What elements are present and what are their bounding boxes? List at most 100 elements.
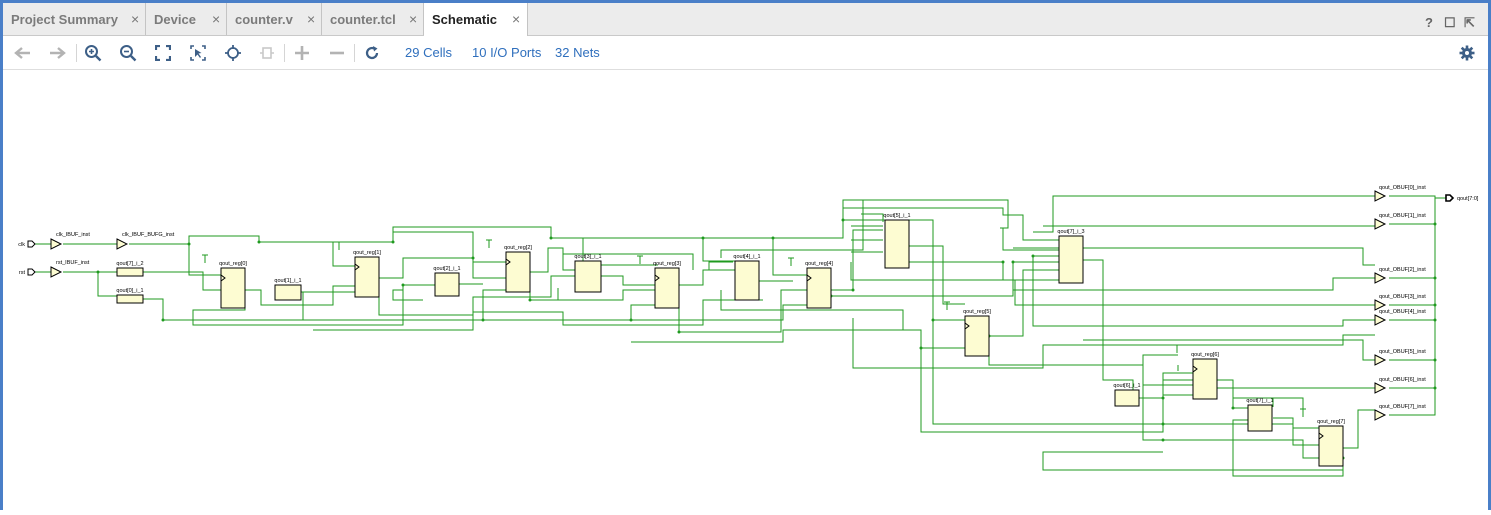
obuf-net[interactable] [1343,409,1375,449]
reg-qout3[interactable] [654,267,680,309]
obuf-net[interactable] [1083,339,1375,361]
rst-net[interactable] [631,329,965,349]
d6-net[interactable] [1083,259,1134,399]
fanout-net[interactable] [392,289,423,301]
close-icon[interactable]: × [307,11,315,27]
lut-qout7-i1[interactable] [1247,404,1273,432]
fanout-net[interactable] [843,207,1061,241]
close-icon[interactable]: × [212,11,220,27]
close-icon[interactable]: × [131,11,139,27]
reg-qout7[interactable] [1318,425,1344,467]
forward-icon[interactable] [45,42,69,64]
ports-count-link[interactable]: 10 I/O Ports [472,45,541,60]
clk-input-port[interactable] [27,240,36,248]
schematic-canvas[interactable]: clk rst clk_IBUF_inst clk_IBUF_BUFG_inst rst… [3,70,1488,510]
close-icon[interactable]: × [512,11,520,27]
tab-project-summary[interactable]: Project Summary × [3,3,146,35]
q2-net[interactable] [530,247,575,273]
d3-net[interactable] [601,275,658,286]
obuf-qout2[interactable] [1374,272,1387,284]
lut-qout3-i1[interactable] [574,260,602,293]
obuf-qout5-label: qout_OBUF[5]_inst [1379,349,1426,355]
float-icon[interactable]: ⇱ [1464,15,1475,31]
fanout-net[interactable] [720,200,864,258]
obuf-qout1[interactable] [1374,218,1387,230]
reg-qout0[interactable] [220,267,246,309]
lut-qout7-i3[interactable] [1058,235,1084,284]
tab-label: Device [154,12,196,27]
tab-counter-tcl[interactable]: counter.tcl × [322,3,424,35]
fit-icon[interactable] [151,42,175,64]
q4-net[interactable] [830,261,1061,297]
back-icon[interactable] [11,42,35,64]
tab-device[interactable]: Device × [146,3,227,35]
lut-qout0-i1[interactable] [116,294,144,304]
reg-qout2[interactable] [505,251,531,293]
obuf-qout0[interactable] [1374,190,1387,202]
settings-icon[interactable] [1455,42,1479,64]
restore-icon[interactable]: ☐ [1444,15,1456,31]
lut-qout4-i1[interactable] [734,260,760,301]
net-junction [401,283,405,287]
zoom-out-icon[interactable] [116,42,140,64]
collapse-icon[interactable] [325,42,349,64]
net-junction [841,218,845,222]
rst-ibuf[interactable] [50,266,63,278]
obuf-net[interactable] [850,262,1375,306]
close-icon[interactable]: × [409,11,417,27]
obuf-qout4[interactable] [1374,314,1387,326]
rst-net[interactable] [1163,439,1319,459]
expand-icon[interactable] [290,42,314,64]
rst-net[interactable] [63,271,117,297]
reg-qout6[interactable] [1192,358,1218,400]
reg-qout5[interactable] [964,315,990,357]
help-icon[interactable]: ? [1425,15,1433,30]
lut-qout7-i2[interactable] [116,267,144,277]
clk-ibuf[interactable] [50,238,63,250]
obuf-qout6[interactable] [1374,382,1387,394]
lut-qout1-i1[interactable] [274,284,302,301]
obuf-net[interactable] [1033,195,1375,233]
lut-qout6-i1[interactable] [1114,389,1140,407]
qout-output-port[interactable] [1445,194,1455,202]
fanout-net[interactable] [909,261,1061,281]
lut-qout2-i1[interactable] [434,272,460,297]
obuf-qout5[interactable] [1374,354,1387,366]
d7-net[interactable] [1273,417,1319,446]
nets-count-link[interactable]: 32 Nets [555,45,600,60]
q3-net[interactable] [679,269,735,286]
autofit-icon[interactable] [221,42,245,64]
fanout-net[interactable] [557,288,563,301]
tab-schematic[interactable]: Schematic × [424,3,528,36]
clk-bufg-net[interactable] [188,235,355,267]
clk-bufg-net[interactable] [392,227,507,263]
tab-counter-v[interactable]: counter.v × [227,3,322,35]
zoom-in-icon[interactable] [81,42,105,64]
reg-qout4[interactable] [806,267,832,309]
net-junction [629,318,633,322]
schematic-diagram: clk rst clk_IBUF_inst clk_IBUF_BUFG_instrst… [18,185,1479,477]
cells-count-link[interactable]: 29 Cells [405,45,452,60]
clk-bufg[interactable] [116,238,129,250]
q1-net[interactable] [378,275,575,316]
d5-net[interactable] [909,245,965,305]
rst-net[interactable] [143,291,355,321]
fanout-net[interactable] [708,261,733,270]
q5-net[interactable] [988,336,1193,386]
clk-bufg-net[interactable] [1163,423,1319,429]
zoom-select-icon[interactable] [186,42,210,64]
q4-net[interactable] [831,229,883,291]
regenerate-icon[interactable] [255,42,279,64]
refresh-icon[interactable] [360,42,384,64]
fanout-net[interactable] [1273,397,1304,416]
rst-net[interactable] [920,348,1193,433]
q7-net[interactable] [1042,451,1344,471]
net-junction [931,318,935,322]
lut-qout5-i1[interactable] [884,219,910,269]
obuf-qout7[interactable] [1374,409,1387,421]
obuf-net[interactable] [1032,256,1375,327]
fanout-net[interactable] [861,213,884,222]
rst-input-port[interactable] [27,268,36,276]
obuf-net[interactable] [1083,247,1375,266]
reg-qout1[interactable] [354,256,380,298]
